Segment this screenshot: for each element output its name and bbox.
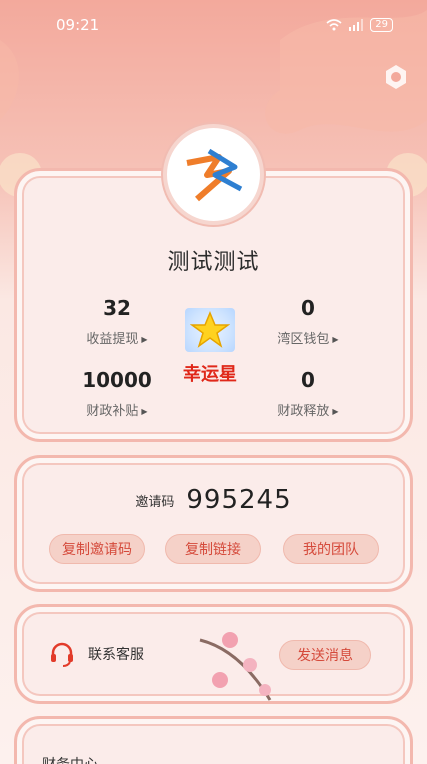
copy-link-button[interactable]: 复制链接 [165,534,261,564]
contact-service-label: 联系客服 [88,647,144,663]
caret-right-icon: ▶ [141,335,148,344]
contact-service-row[interactable]: 联系客服 [48,640,144,668]
stat-earnings[interactable]: 32 收益提现 ▶ [62,296,172,347]
avatar[interactable] [163,124,264,225]
invite-code-label: 邀请码 [135,494,175,510]
logo-icon [185,148,242,201]
username: 测试测试 [167,250,260,275]
caret-right-icon: ▶ [332,335,339,344]
wifi-icon [326,19,342,31]
stat-release[interactable]: 0 财政释放 ▶ [253,368,363,419]
send-message-button[interactable]: 发送消息 [279,640,371,670]
wallet-label: 湾区钱包 ▶ [277,332,339,347]
caret-right-icon: ▶ [332,407,339,416]
wallet-value: 0 [301,296,315,320]
status-time: 09:21 [56,16,100,34]
status-bar: 09:21 29 [0,0,427,50]
my-team-button[interactable]: 我的团队 [283,534,379,564]
release-label: 财政释放 ▶ [277,404,339,419]
signal-icon [349,19,364,31]
finance-center-title: 财务中心 [42,754,98,764]
invite-card [14,455,413,592]
stat-wallet[interactable]: 0 湾区钱包 ▶ [253,296,363,347]
gear-icon [386,65,406,89]
copy-invite-code-button[interactable]: 复制邀请码 [49,534,145,564]
invite-code-value: 995245 [186,485,292,515]
release-value: 0 [301,368,315,392]
star-icon [190,311,230,348]
headset-icon [51,642,73,667]
earnings-label: 收益提现 ▶ [86,332,148,347]
level-badge [185,308,235,352]
caret-right-icon: ▶ [141,407,148,416]
settings-button[interactable] [381,62,411,92]
stat-subsidy[interactable]: 10000 财政补贴 ▶ [62,368,172,419]
subsidy-label: 财政补贴 ▶ [86,404,148,419]
subsidy-value: 10000 [82,368,152,392]
invite-code-row: 邀请码 995245 [0,485,427,515]
earnings-value: 32 [103,296,131,320]
status-icons: 29 [326,18,393,32]
battery-indicator: 29 [370,18,393,32]
level-name: 幸运星 [183,364,237,385]
